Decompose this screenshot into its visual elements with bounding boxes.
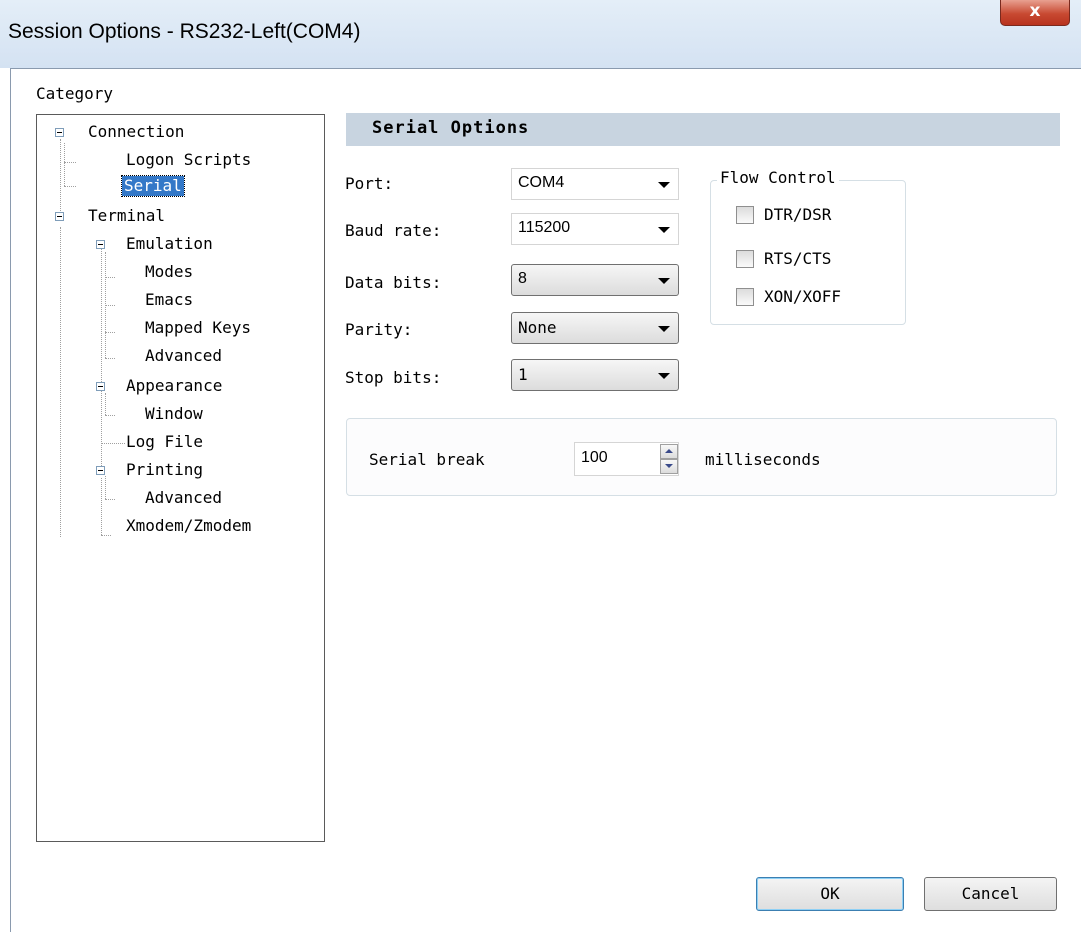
tree-item-logon-scripts[interactable]: Logon Scripts: [126, 150, 251, 170]
tree-item-advanced-printing[interactable]: Advanced: [145, 488, 222, 508]
tree-item-printing[interactable]: Printing: [126, 460, 203, 480]
dtr-dsr-checkbox[interactable]: [736, 206, 754, 224]
tree-item-log-file[interactable]: Log File: [126, 432, 203, 452]
section-header: Serial Options: [346, 113, 1060, 146]
window-title: Session Options - RS232-Left(COM4): [8, 20, 361, 43]
tree-item-appearance[interactable]: Appearance: [126, 376, 222, 396]
port-label: Port:: [345, 174, 394, 193]
collapse-appearance-icon[interactable]: [96, 382, 105, 391]
tree-item-mapped-keys[interactable]: Mapped Keys: [145, 318, 251, 338]
tree-item-serial[interactable]: Serial: [121, 175, 185, 197]
chevron-down-icon: [658, 227, 670, 233]
data-bits-select[interactable]: 8: [511, 264, 679, 296]
cancel-button[interactable]: Cancel: [924, 877, 1057, 911]
tree-item-xmodem[interactable]: Xmodem/Zmodem: [126, 516, 251, 536]
chevron-down-icon: [658, 278, 670, 284]
xon-xoff-label: XON/XOFF: [764, 287, 842, 306]
title-bar: Session Options - RS232-Left(COM4) x: [0, 0, 1081, 68]
serial-break-unit: milliseconds: [705, 450, 821, 469]
stop-bits-label: Stop bits:: [345, 368, 442, 387]
flow-control-title: Flow Control: [717, 168, 839, 188]
stop-bits-value: 1: [518, 365, 528, 384]
data-bits-label: Data bits:: [345, 273, 442, 292]
tree-item-terminal[interactable]: Terminal: [88, 206, 165, 226]
tree-item-connection[interactable]: Connection: [88, 122, 184, 142]
serial-break-value: 100: [581, 449, 608, 466]
spin-up-button[interactable]: [660, 444, 678, 459]
baud-rate-value: 115200: [518, 219, 571, 236]
chevron-down-icon: [658, 373, 670, 379]
chevron-down-icon: [658, 326, 670, 332]
dtr-dsr-label: DTR/DSR: [764, 205, 832, 224]
serial-break-label: Serial break: [369, 450, 485, 469]
collapse-emulation-icon[interactable]: [96, 240, 105, 249]
spin-down-button[interactable]: [660, 459, 678, 474]
stop-bits-select[interactable]: 1: [511, 359, 679, 391]
section-title: Serial Options: [372, 118, 530, 138]
tree-item-emacs[interactable]: Emacs: [145, 290, 193, 310]
category-label: Category: [36, 84, 114, 103]
baud-rate-select[interactable]: 115200: [511, 213, 679, 245]
arrow-up-icon: [665, 449, 673, 453]
tree-item-advanced-emulation[interactable]: Advanced: [145, 346, 222, 366]
close-icon: x: [1029, 1, 1041, 21]
port-value: COM4: [518, 174, 565, 191]
collapse-terminal-icon[interactable]: [55, 212, 64, 221]
collapse-connection-icon[interactable]: [55, 128, 64, 137]
ok-button[interactable]: OK: [756, 877, 904, 911]
tree-item-window[interactable]: Window: [145, 404, 203, 424]
arrow-down-icon: [665, 464, 673, 468]
port-select[interactable]: COM4: [511, 168, 679, 200]
collapse-printing-icon[interactable]: [96, 466, 105, 475]
rts-cts-label: RTS/CTS: [764, 249, 832, 268]
rts-cts-checkbox[interactable]: [736, 250, 754, 268]
data-bits-value: 8: [518, 270, 527, 287]
tree-item-emulation[interactable]: Emulation: [126, 234, 213, 254]
close-button[interactable]: x: [1000, 0, 1070, 26]
chevron-down-icon: [658, 182, 670, 188]
tree-item-modes[interactable]: Modes: [145, 262, 193, 282]
baud-rate-label: Baud rate:: [345, 221, 442, 240]
xon-xoff-checkbox[interactable]: [736, 288, 754, 306]
serial-break-spinner[interactable]: 100: [574, 442, 679, 476]
parity-select[interactable]: None: [511, 312, 679, 344]
parity-value: None: [518, 318, 557, 337]
parity-label: Parity:: [345, 320, 413, 339]
